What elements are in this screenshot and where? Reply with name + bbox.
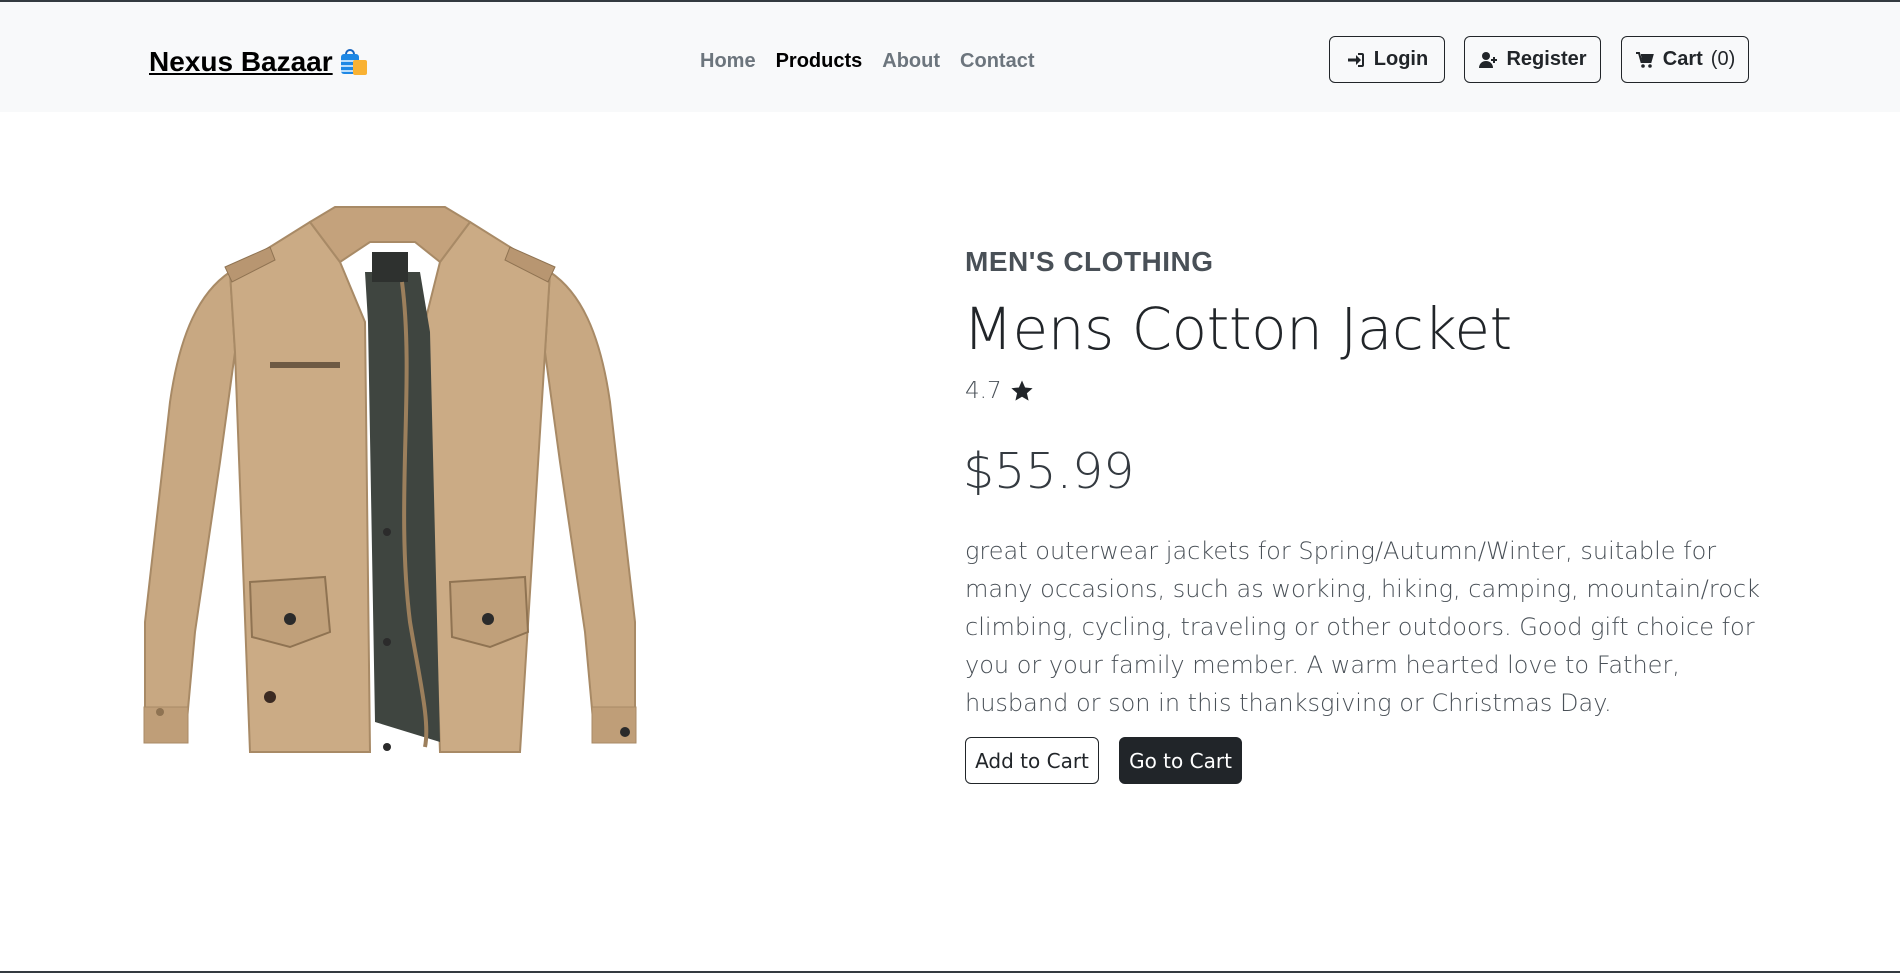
nav-products[interactable]: Products: [776, 50, 863, 73]
product-image: [143, 206, 637, 753]
star-icon: [1010, 380, 1033, 401]
register-button[interactable]: Register: [1464, 36, 1601, 83]
register-label: Register: [1506, 48, 1587, 70]
navbar: Nexus Bazaar Home Products About Contact…: [0, 2, 1900, 112]
nav-home[interactable]: Home: [700, 50, 756, 73]
go-to-cart-button[interactable]: Go to Cart: [1119, 737, 1242, 784]
product-description: great outerwear jackets for Spring/Autum…: [965, 537, 1760, 717]
brand-link[interactable]: Nexus Bazaar: [149, 42, 369, 82]
brand-name: Nexus Bazaar: [149, 46, 333, 77]
nav-about[interactable]: About: [882, 50, 940, 73]
product-rating: 4.7: [965, 378, 1034, 404]
cart-button[interactable]: Cart (0): [1621, 36, 1749, 83]
product-category: MEN'S CLOTHING: [965, 246, 1214, 277]
shopping-cart-icon: [1635, 51, 1654, 68]
cart-label: Cart: [1662, 48, 1703, 70]
shopping-bags-icon: [337, 46, 369, 78]
add-to-cart-button[interactable]: Add to Cart: [965, 737, 1099, 784]
rating-value: 4.7: [965, 378, 1002, 404]
sign-in-icon: [1347, 52, 1364, 67]
product-price: $55.99: [963, 443, 1135, 500]
nav-contact[interactable]: Contact: [960, 50, 1034, 73]
user-plus-icon: [1479, 51, 1498, 68]
login-label: Login: [1373, 48, 1429, 70]
nav-links: Home Products About Contact: [700, 46, 1034, 76]
login-button[interactable]: Login: [1329, 36, 1445, 83]
cart-count: (0): [1710, 48, 1736, 70]
product-title: Mens Cotton Jacket: [963, 295, 1512, 363]
